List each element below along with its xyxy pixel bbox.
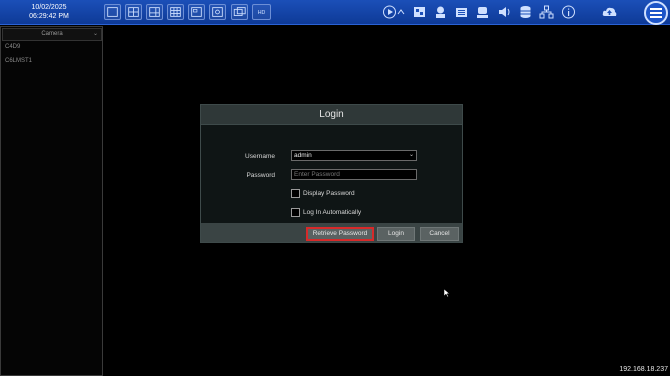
password-label: Password <box>246 172 275 179</box>
auto-login-label: Log In Automatically <box>303 209 362 216</box>
multi-screen-icon[interactable] <box>231 4 248 20</box>
pip-icon[interactable] <box>209 4 226 20</box>
mouse-cursor-icon <box>444 289 450 297</box>
screen-1-icon[interactable] <box>104 4 121 20</box>
screen-9-icon[interactable] <box>167 4 184 20</box>
display-password-label: Display Password <box>303 190 355 197</box>
clock: 10/02/2025 06:29:42 PM <box>8 3 90 21</box>
camera-sidebar: Camera ⌄ C4D9 C6LMST1 <box>0 26 103 376</box>
audio-icon[interactable] <box>496 4 513 20</box>
list-item[interactable]: C4D9 <box>5 44 20 50</box>
camera-dropdown[interactable]: Camera ⌄ <box>2 28 102 41</box>
screen-16-icon[interactable] <box>188 4 205 20</box>
username-select[interactable]: admin ⌄ <box>291 150 417 161</box>
username-label: Username <box>245 153 275 160</box>
camera-dropdown-label: Camera <box>41 31 63 37</box>
screen-6-icon[interactable] <box>146 4 163 20</box>
dialog-body: Username admin ⌄ Password Enter Password… <box>201 125 462 223</box>
cloud-upload-icon[interactable] <box>601 4 618 20</box>
list-item[interactable]: C6LMST1 <box>5 58 32 64</box>
hd-icon[interactable]: HD <box>252 4 271 20</box>
display-password-checkbox[interactable] <box>291 189 300 198</box>
chevron-down-icon: ⌄ <box>92 31 98 37</box>
cancel-button[interactable]: Cancel <box>420 227 459 241</box>
disk-icon[interactable] <box>517 4 534 20</box>
username-value: admin <box>294 152 312 159</box>
layout-settings-icon[interactable] <box>411 4 428 20</box>
hd-label: HD <box>258 10 266 16</box>
snapshot-icon[interactable] <box>453 4 470 20</box>
login-dialog: Login Username admin ⌄ Password Enter Pa… <box>200 104 463 243</box>
ip-address: 192.168.18.237 <box>619 366 668 373</box>
expand-icon[interactable] <box>396 4 406 20</box>
time-text: 06:29:42 PM <box>29 13 69 20</box>
date-text: 10/02/2025 <box>31 4 67 11</box>
network-icon[interactable] <box>538 4 555 20</box>
auto-login-checkbox[interactable] <box>291 208 300 217</box>
top-toolbar: 10/02/2025 06:29:42 PM HD <box>0 0 670 25</box>
login-button[interactable]: Login <box>377 227 415 241</box>
chevron-down-icon: ⌄ <box>408 152 414 158</box>
info-icon[interactable] <box>560 4 577 20</box>
password-field[interactable]: Enter Password <box>291 169 417 180</box>
dialog-title: Login <box>201 105 462 125</box>
screen-4-icon[interactable] <box>125 4 142 20</box>
camera-icon[interactable] <box>474 4 491 20</box>
retrieve-password-button[interactable]: Retrieve Password <box>306 227 374 241</box>
record-icon[interactable] <box>432 4 449 20</box>
hamburger-menu-icon[interactable] <box>644 1 668 25</box>
password-placeholder: Enter Password <box>294 171 340 178</box>
